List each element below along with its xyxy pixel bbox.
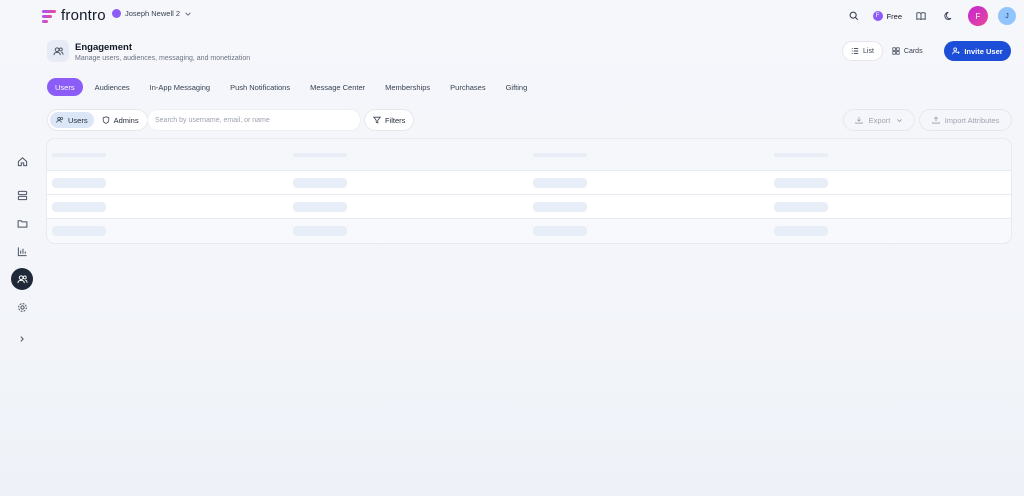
sidebar-expand[interactable]	[11, 328, 33, 350]
page-subtitle: Manage users, audiences, messaging, and …	[75, 55, 251, 62]
workspace-name: Joseph Newell 2	[125, 9, 181, 18]
filter-icon	[373, 116, 381, 124]
user-avatar[interactable]: J	[998, 7, 1016, 25]
sidebar-item-layers[interactable]	[11, 184, 33, 206]
search-icon[interactable]	[845, 7, 863, 25]
users-table	[47, 139, 1011, 243]
sidebar-item-analytics[interactable]	[11, 240, 33, 262]
skeleton-placeholder	[533, 226, 587, 236]
invite-user-button[interactable]: Invite User	[944, 41, 1011, 61]
sidebar-item-home[interactable]	[11, 150, 33, 172]
filters-button[interactable]: Filters	[365, 110, 414, 130]
skeleton-placeholder	[533, 202, 587, 212]
table-header-row	[47, 139, 1011, 170]
table-row	[47, 170, 1011, 194]
skeleton-placeholder	[52, 202, 106, 212]
brand-name: frontro	[61, 7, 106, 24]
skeleton-placeholder	[293, 226, 347, 236]
home-icon	[17, 156, 27, 166]
top-bar: frontro Joseph Newell 2 F Free F J	[0, 0, 1024, 30]
workspace-dot-icon	[112, 9, 121, 18]
workspace-selector[interactable]: Joseph Newell 2	[112, 9, 192, 18]
engagement-tabs: Users Audiences In-App Messaging Push No…	[47, 78, 535, 96]
chevron-down-icon	[185, 11, 191, 16]
upload-icon	[932, 116, 940, 124]
sidebar	[10, 150, 34, 350]
import-attributes-button[interactable]: Import Attributes	[920, 110, 1011, 130]
invite-user-label: Invite User	[964, 46, 1003, 56]
view-toggle: List Cards	[843, 42, 931, 60]
skeleton-placeholder	[52, 226, 106, 236]
user-type-segment: Users Admins	[48, 110, 147, 130]
skeleton-placeholder	[533, 178, 587, 188]
export-button[interactable]: Export	[844, 110, 914, 130]
view-list-button[interactable]: List	[843, 42, 882, 60]
brand-avatar[interactable]: F	[968, 6, 988, 26]
brand-logo[interactable]: frontro	[42, 7, 106, 24]
chevron-down-icon	[897, 118, 903, 122]
segment-users-button[interactable]: Users	[50, 112, 94, 128]
skeleton-placeholder	[52, 153, 106, 157]
segment-users-label: Users	[68, 115, 88, 125]
tab-message-center[interactable]: Message Center	[302, 78, 373, 96]
export-label: Export	[868, 115, 891, 125]
tab-users[interactable]: Users	[47, 78, 83, 96]
filters-label: Filters	[385, 115, 406, 125]
tab-in-app-messaging[interactable]: In-App Messaging	[142, 78, 218, 96]
plan-icon: F	[872, 11, 883, 21]
download-icon	[855, 116, 863, 124]
grid-icon	[892, 47, 900, 55]
gear-icon	[17, 302, 27, 312]
book-icon[interactable]	[912, 7, 930, 25]
plan-badge[interactable]: F Free	[872, 11, 902, 21]
skeleton-placeholder	[293, 153, 347, 157]
skeleton-placeholder	[293, 178, 347, 188]
shield-icon	[102, 116, 109, 124]
skeleton-placeholder	[533, 153, 587, 157]
engagement-icon	[47, 40, 69, 62]
bar-chart-icon	[17, 246, 27, 256]
tab-purchases[interactable]: Purchases	[442, 78, 493, 96]
segment-admins-button[interactable]: Admins	[96, 112, 145, 128]
layers-icon	[17, 190, 27, 200]
skeleton-placeholder	[774, 178, 828, 188]
skeleton-placeholder	[774, 153, 828, 157]
tab-memberships[interactable]: Memberships	[377, 78, 438, 96]
list-icon	[851, 48, 859, 54]
logo-mark-icon	[42, 9, 56, 23]
view-cards-button[interactable]: Cards	[884, 42, 931, 60]
skeleton-placeholder	[774, 226, 828, 236]
users-icon	[16, 274, 28, 283]
view-list-label: List	[863, 47, 874, 55]
tab-audiences[interactable]: Audiences	[87, 78, 138, 96]
page-title: Engagement	[75, 42, 133, 53]
sidebar-item-engagement[interactable]	[11, 268, 33, 290]
view-cards-label: Cards	[903, 47, 923, 55]
table-row	[47, 194, 1011, 218]
import-attributes-label: Import Attributes	[944, 115, 1000, 125]
table-row	[47, 218, 1011, 242]
chevron-right-icon	[20, 336, 24, 342]
segment-admins-label: Admins	[113, 115, 139, 125]
skeleton-placeholder	[774, 202, 828, 212]
tab-gifting[interactable]: Gifting	[498, 78, 536, 96]
user-plus-icon	[952, 47, 960, 55]
search-input[interactable]: Search by username, email, or name	[148, 110, 360, 130]
sidebar-item-folder[interactable]	[11, 212, 33, 234]
users-icon	[56, 116, 64, 123]
moon-icon[interactable]	[940, 7, 958, 25]
sidebar-item-settings[interactable]	[11, 296, 33, 318]
plan-label: Free	[886, 11, 902, 21]
skeleton-placeholder	[293, 202, 347, 212]
skeleton-placeholder	[52, 178, 106, 188]
tab-push-notifications[interactable]: Push Notifications	[222, 78, 298, 96]
folder-icon	[17, 219, 27, 228]
